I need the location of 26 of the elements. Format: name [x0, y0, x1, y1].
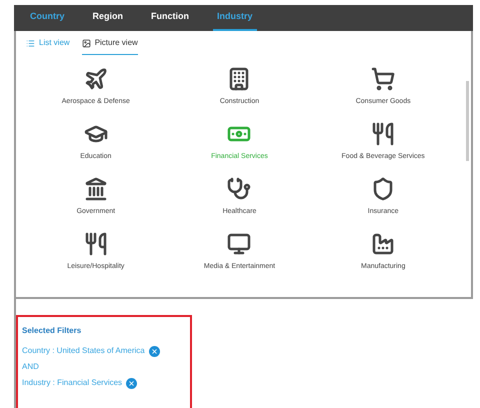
close-icon: [150, 348, 158, 354]
close-icon: [128, 380, 136, 386]
operator-text: AND: [22, 361, 40, 373]
plane-icon: [84, 67, 108, 91]
factory-icon: [371, 232, 396, 256]
utensils-icon: [371, 122, 396, 146]
filter-tab[interactable]: Function: [147, 5, 193, 31]
cart-icon: [371, 67, 396, 91]
filter-tab[interactable]: Country: [26, 5, 68, 31]
view-toggle[interactable]: Picture view: [82, 37, 138, 55]
shield-icon: [371, 177, 396, 201]
filter-text: Industry : Financial Services: [22, 377, 122, 389]
scrollbar[interactable]: [466, 81, 469, 161]
utensils-icon: [84, 232, 108, 256]
filter-tab[interactable]: Industry: [213, 5, 257, 31]
building-icon: [227, 67, 252, 91]
bank-building-icon: [84, 177, 108, 201]
remove-filter-button[interactable]: [148, 346, 160, 356]
selected-filters-title: Selected Filters: [22, 325, 82, 337]
filter-tab[interactable]: Region: [88, 5, 127, 31]
monitor-icon: [227, 232, 252, 256]
image-icon: [82, 38, 91, 48]
stethoscope-icon: [227, 177, 252, 201]
list-icon: [26, 38, 35, 48]
filter-text: Country : United States of America: [22, 345, 145, 357]
remove-filter-button[interactable]: [126, 378, 138, 388]
